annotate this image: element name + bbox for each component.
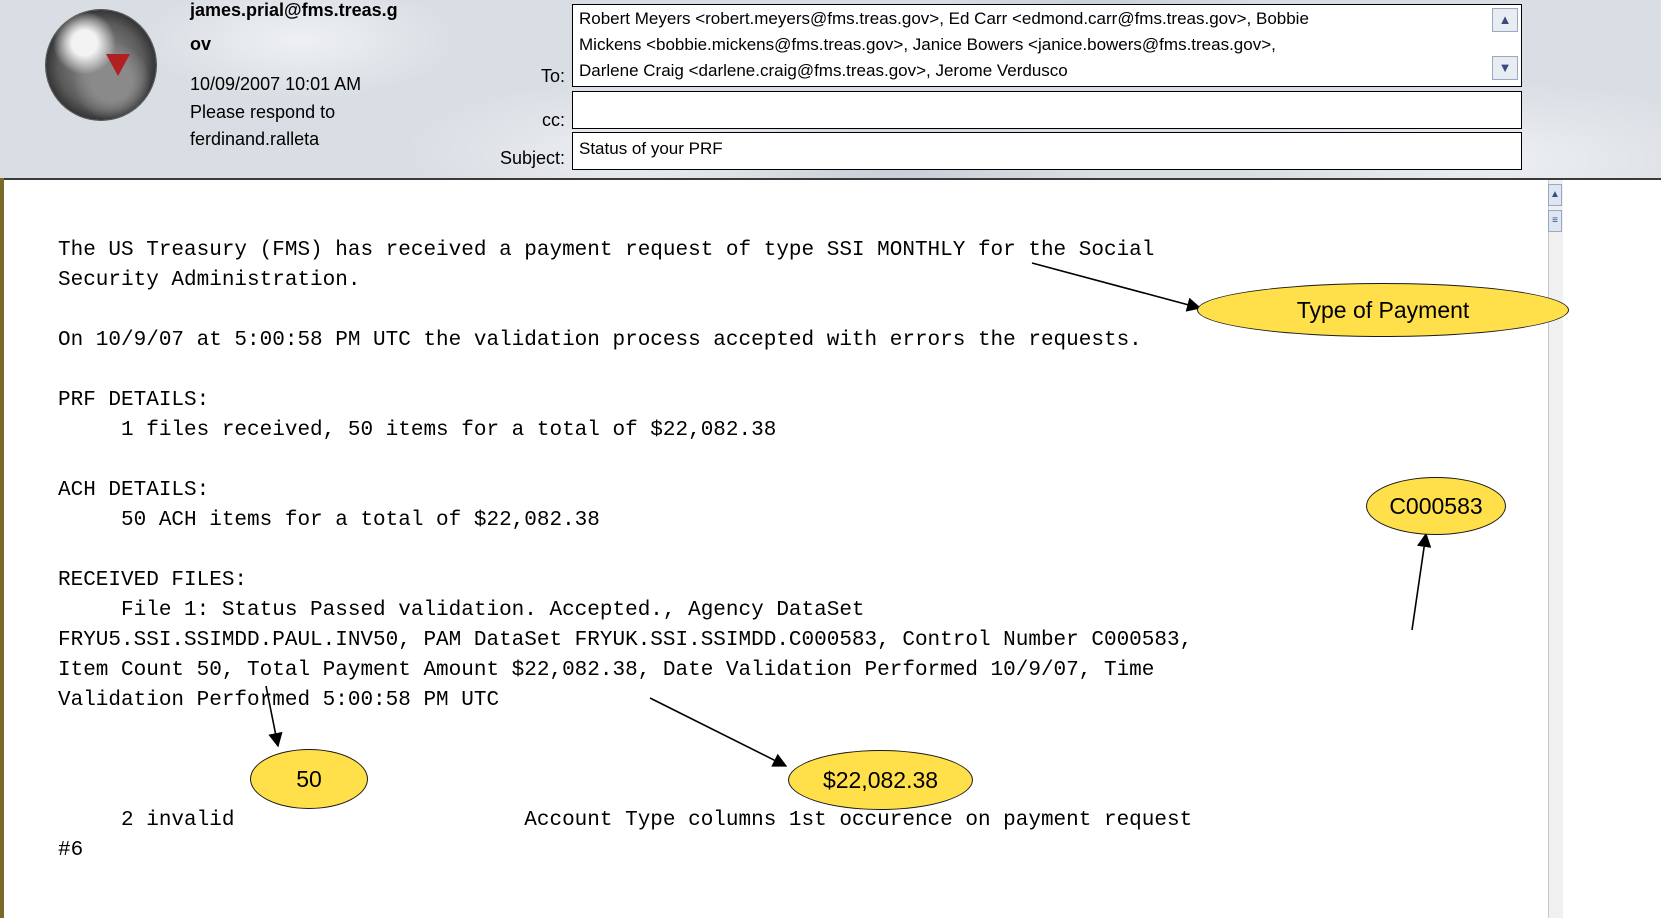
cc-field[interactable] bbox=[572, 91, 1522, 129]
cc-label: cc: bbox=[541, 110, 565, 130]
message-line: Item Count 50, Total Payment Amount $22,… bbox=[58, 659, 1155, 682]
to-recipients-line: Robert Meyers <robert.meyers@fms.treas.g… bbox=[579, 9, 1309, 28]
sent-datetime: 10/09/2007 10:01 AM bbox=[190, 74, 362, 94]
message-line: 50 ACH items for a total of $22,082.38 bbox=[58, 509, 600, 532]
scroll-up-icon[interactable]: ▲ bbox=[1492, 8, 1518, 32]
to-recipients-line: Mickens <bobbie.mickens@fms.treas.gov>, … bbox=[579, 35, 1276, 54]
callout-item-count: 50 bbox=[250, 749, 368, 809]
message-line: PRF DETAILS: bbox=[58, 389, 210, 412]
message-line: Validation Performed 5:00:58 PM UTC bbox=[58, 689, 500, 712]
message-line: FRYU5.SSI.SSIMDD.PAUL.INV50, PAM DataSet… bbox=[58, 629, 1193, 652]
message-line: #6 bbox=[58, 839, 84, 862]
scroll-handle-icon[interactable]: ≡ bbox=[1548, 210, 1562, 232]
to-recipients-line: Darlene Craig <darlene.craig@fms.treas.g… bbox=[579, 61, 1068, 80]
to-field[interactable]: Robert Meyers <robert.meyers@fms.treas.g… bbox=[572, 4, 1522, 87]
memo-header: james.prial@fms.treas.g ov 10/09/2007 10… bbox=[0, 0, 1661, 180]
respond-to-address: ferdinand.ralleta bbox=[190, 129, 320, 149]
respond-to-label: Please respond to bbox=[190, 102, 336, 122]
red-marker bbox=[106, 54, 130, 76]
globe-avatar-icon bbox=[46, 10, 156, 120]
to-label: To: bbox=[540, 66, 565, 86]
scroll-up-icon[interactable]: ▲ bbox=[1548, 184, 1562, 206]
message-line: ACH DETAILS: bbox=[58, 479, 210, 502]
subject-label: Subject: bbox=[499, 148, 565, 168]
message-line: 1 files received, 50 items for a total o… bbox=[58, 419, 777, 442]
sender-address-line1: james.prial@fms.treas.g bbox=[190, 0, 398, 20]
message-line: RECEIVED FILES: bbox=[58, 569, 248, 592]
callout-type-of-payment: Type of Payment bbox=[1197, 283, 1569, 337]
callout-amount: $22,082.38 bbox=[788, 750, 973, 810]
window-edge bbox=[0, 178, 4, 918]
callout-control-number: C000583 bbox=[1366, 477, 1506, 535]
message-line: File 1: Status Passed validation. Accept… bbox=[58, 599, 865, 622]
body-scrollbar[interactable] bbox=[1548, 180, 1563, 918]
scroll-down-icon[interactable]: ▼ bbox=[1492, 56, 1518, 80]
sender-address-line2: ov bbox=[190, 34, 212, 54]
subject-field[interactable]: Status of your PRF bbox=[572, 132, 1522, 170]
message-line: 2 invalid Account Type columns 1st occur… bbox=[58, 809, 1193, 832]
message-line: The US Treasury (FMS) has received a pay… bbox=[58, 239, 1155, 262]
